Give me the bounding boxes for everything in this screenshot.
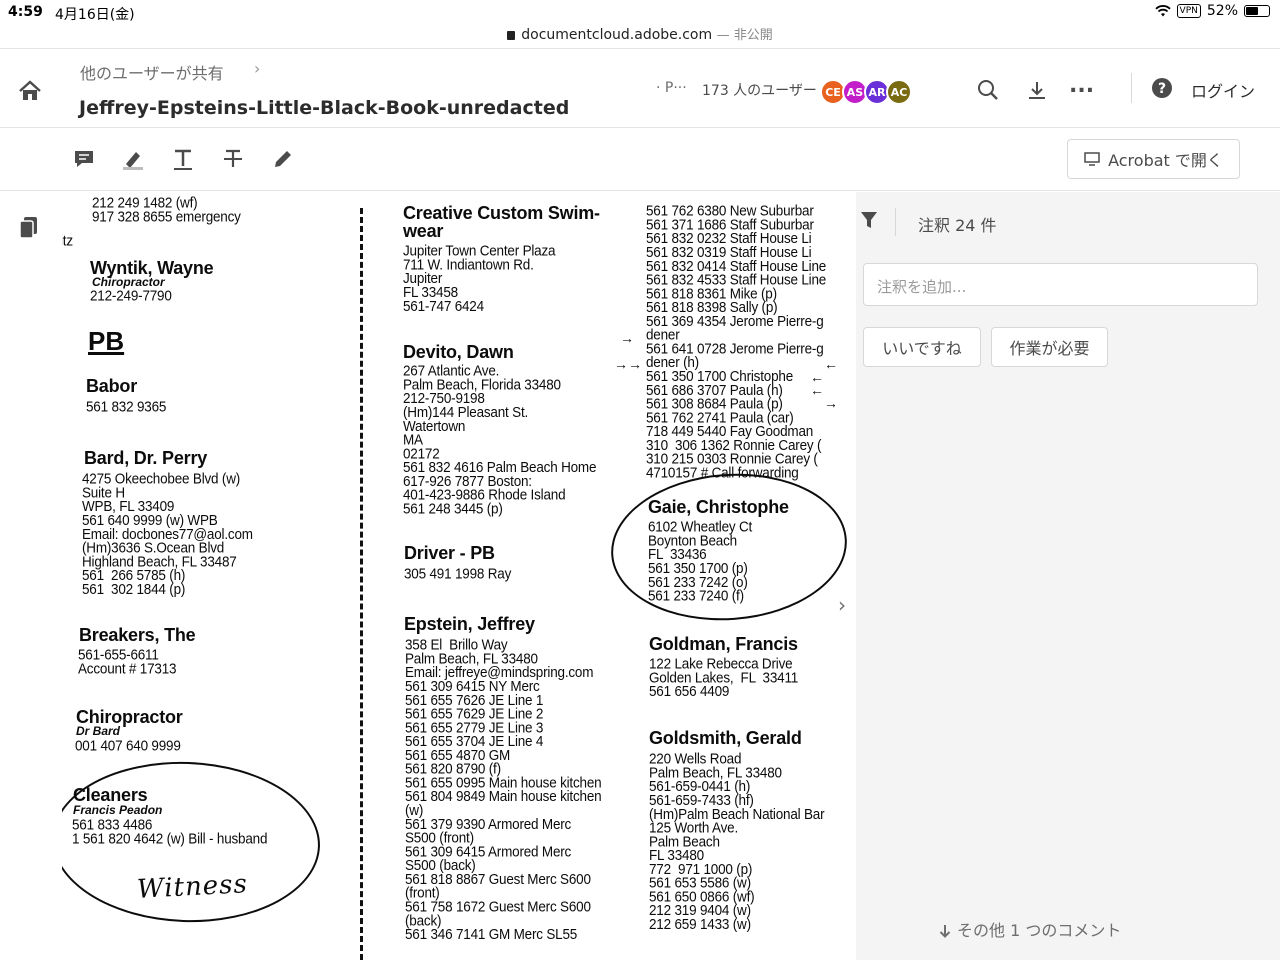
wifi-icon	[1154, 5, 1171, 17]
entry-phone-chiropractor: 001 407 640 9999	[75, 737, 181, 754]
entry-name-epstein: Epstein, Jeffrey	[404, 614, 535, 634]
entry-name-creative: Creative Custom Swim- wear	[403, 203, 600, 241]
document-title: Jeffrey-Epsteins-Little-Black-Book-unred…	[79, 97, 570, 119]
help-icon[interactable]: ?	[1150, 76, 1176, 102]
vpn-badge: VPN	[1176, 4, 1201, 18]
entry-details-goldman: 122 Lake Rebecca Drive Golden Lakes, FL …	[649, 655, 799, 700]
avatar-group[interactable]: CE AS AR AC	[820, 79, 912, 105]
entry-name-bard: Bard, Dr. Perry	[84, 448, 208, 468]
col1-top-numbers: 212 249 1482 (wf) 917 328 8655 emergency	[92, 194, 241, 225]
breadcrumb[interactable]: 他のユーザーが共有	[80, 60, 224, 84]
url-suffix: — 非公開	[716, 28, 773, 43]
arrow-annotation: ←	[810, 382, 824, 398]
like-button[interactable]: いいですね	[863, 327, 981, 367]
entry-name-goldman: Goldman, Francis	[649, 634, 798, 654]
entry-name-breakers: Breakers, The	[79, 625, 196, 645]
comment-icon[interactable]	[72, 147, 96, 171]
panel-divider	[895, 208, 896, 236]
more-icon[interactable]: ...	[1069, 73, 1095, 99]
status-bar: 4:59 4月16日(金) VPN 52%	[0, 0, 1280, 24]
battery-percent: 52%	[1206, 3, 1238, 19]
more-comments-link[interactable]: その他 1 つのコメント	[939, 917, 1121, 941]
circle-annotation-gaie	[606, 465, 852, 629]
url-bar[interactable]: documentcloud.adobe.com — 非公開	[0, 24, 1280, 46]
entry-name-devito: Devito, Dawn	[403, 342, 514, 362]
section-heading-pb: PB	[88, 326, 125, 356]
monitor-icon	[1084, 152, 1100, 166]
avatar-initials: AR	[868, 85, 886, 99]
entry-details-bard: 4275 Okeechobee Blvd (w) Suite H WPB, FL…	[82, 470, 253, 598]
search-icon[interactable]	[975, 77, 1001, 103]
entry-phone-driver: 305 491 1998 Ray	[404, 565, 512, 582]
arrow-down-icon	[939, 925, 951, 938]
needs-work-button[interactable]: 作業が必要	[991, 327, 1108, 367]
app-header: 他のユーザーが共有 › Jeffrey-Epsteins-Little-Blac…	[0, 48, 1280, 128]
home-icon[interactable]	[17, 79, 43, 103]
filter-icon[interactable]	[860, 210, 878, 230]
text-icon[interactable]	[171, 147, 195, 171]
arrow-annotation: →	[620, 330, 634, 346]
avatar-initials: CE	[825, 85, 841, 99]
avatar-initials: AS	[846, 85, 864, 99]
entry-name-babor: Babor	[86, 376, 138, 396]
highlight-icon[interactable]	[121, 147, 145, 171]
status-right: VPN 52%	[1154, 3, 1270, 19]
shared-users-count[interactable]: 173 人のユーザー	[702, 80, 817, 100]
strikethrough-icon[interactable]	[221, 147, 245, 171]
download-icon[interactable]	[1024, 77, 1050, 103]
pencil-icon[interactable]	[271, 147, 295, 171]
comment-count: 注釈 24 件	[918, 216, 997, 235]
entry-details-goldsmith: 220 Wells Road Palm Beach, FL 33480 561-…	[649, 750, 825, 933]
entry-sub-wyntik: Chiropractor	[92, 275, 165, 289]
comments-panel	[856, 192, 1280, 960]
column-divider	[360, 208, 363, 960]
entry-details-creative: Jupiter Town Center Plaza 711 W. Indiant…	[403, 242, 556, 314]
status-time: 4:59	[8, 4, 43, 20]
chevron-right-icon[interactable]: ›	[838, 593, 846, 617]
entry-sub-chiropractor: Dr Bard	[76, 724, 121, 738]
col1-itz: itz	[62, 232, 73, 249]
entry-phone-babor: 561 832 9365	[86, 398, 167, 415]
battery-icon	[1244, 5, 1270, 17]
entry-details-breakers: 561-655-6611 Account # 17313	[78, 646, 177, 677]
more-comments-label: その他 1 つのコメント	[957, 921, 1122, 940]
avatar-initials: AC	[890, 85, 908, 99]
svg-text:?: ?	[1158, 81, 1166, 97]
open-in-acrobat-button[interactable]: Acrobat で開く	[1067, 139, 1240, 179]
col3-top-lines: 561 762 6380 New Suburbar 561 371 1686 S…	[646, 202, 827, 481]
arrow-annotation: ←	[824, 356, 838, 372]
avatar[interactable]: AC	[886, 79, 912, 105]
pages-icon[interactable]	[18, 215, 40, 241]
add-comment-input[interactable]: 注釈を追加...	[863, 263, 1258, 306]
header-divider	[1131, 73, 1132, 103]
chevron-right-icon: ›	[254, 59, 261, 78]
arrow-annotation: →	[824, 395, 838, 411]
document-page[interactable]: 212 249 1482 (wf) 917 328 8655 emergency…	[62, 192, 856, 960]
login-button[interactable]: ログイン	[1191, 78, 1255, 102]
arrow-annotation: →→	[614, 356, 642, 372]
annotation-toolbar: Acrobat で開く	[0, 129, 1280, 191]
entry-name-driver: Driver - PB	[404, 543, 495, 563]
entry-name-goldsmith: Goldsmith, Gerald	[649, 728, 802, 748]
entry-phone-wyntik: 212-249-7790	[90, 287, 172, 304]
page-indicator[interactable]: · P···	[656, 80, 687, 96]
entry-details-epstein: 358 El Brillo Way Palm Beach, FL 33480 E…	[405, 636, 602, 943]
handwritten-note: Witness	[136, 869, 249, 905]
lock-icon	[507, 31, 516, 40]
status-date: 4月16日(金)	[55, 7, 135, 23]
entry-details-devito: 267 Atlantic Ave. Palm Beach, Florida 33…	[403, 362, 597, 517]
open-in-acrobat-label: Acrobat で開く	[1108, 151, 1223, 170]
url-domain: documentcloud.adobe.com	[521, 27, 713, 43]
